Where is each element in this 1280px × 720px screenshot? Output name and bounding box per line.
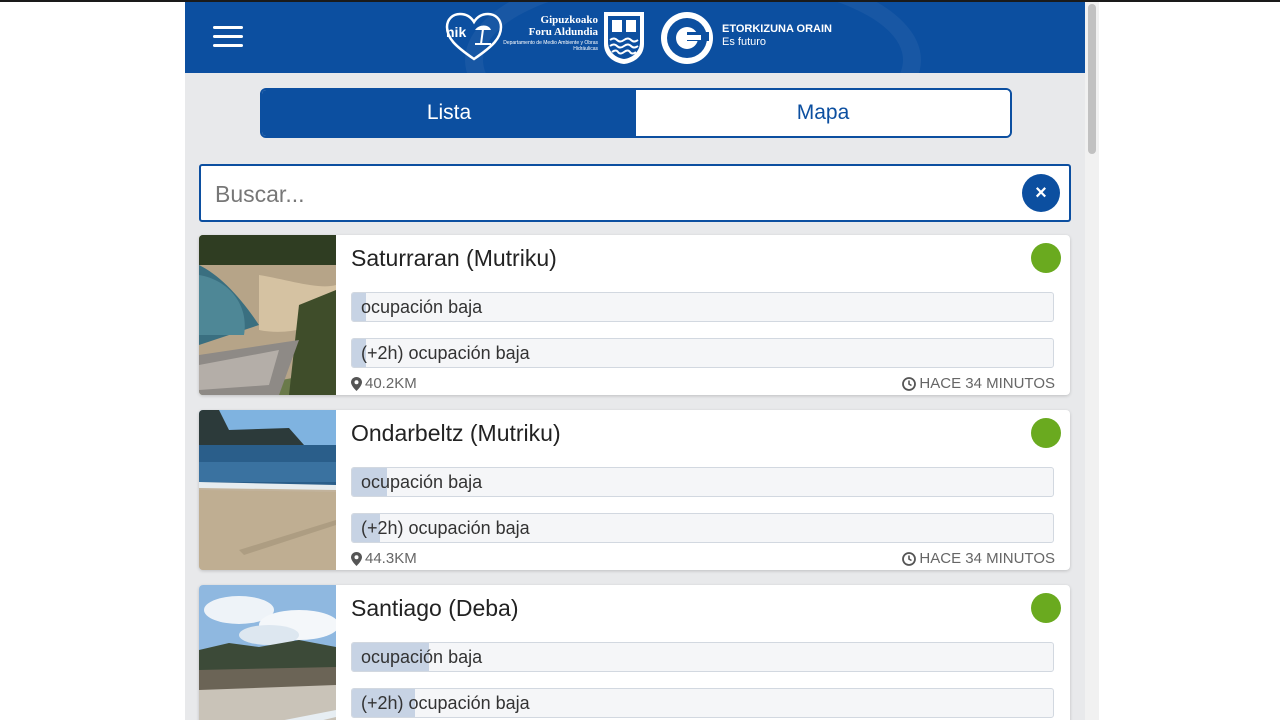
header-bar: nik Gipuzkoako Foru Aldundia Departament… [185,2,1085,73]
distance-value: 40.2KM [365,375,417,392]
beach-thumbnail [199,585,336,720]
beach-card[interactable]: Ondarbeltz (Mutriku) ocupación baja (+2h… [199,410,1070,570]
clock-icon [902,376,917,391]
occupancy-2h-bar: (+2h) ocupación baja [351,688,1054,718]
clear-search-button[interactable]: × [1022,174,1060,212]
location-pin-icon [351,551,362,566]
beach-card[interactable]: Santiago (Deba) ocupación baja (+2h) ocu… [199,585,1070,720]
distance: 44.3KM [351,550,417,567]
occupancy-now-bar: ocupación baja [351,292,1054,322]
scrollbar[interactable] [1085,2,1099,720]
occupancy-2h-bar: (+2h) ocupación baja [351,513,1054,543]
search-box: × [199,164,1071,222]
coat-of-arms-icon [604,12,644,64]
menu-icon[interactable] [213,26,243,48]
updated-value: HACE 34 MINUTOS [919,375,1055,392]
g-logo-icon [661,12,713,64]
nik-label: nik [446,24,467,40]
tab-mapa[interactable]: Mapa [636,90,1010,136]
status-indicator [1031,243,1061,273]
updated-value: HACE 34 MINUTOS [919,550,1055,567]
beach-name: Saturraran (Mutriku) [351,245,557,271]
beach-name: Ondarbeltz (Mutriku) [351,420,561,446]
occupancy-2h-bar: (+2h) ocupación baja [351,338,1054,368]
beach-thumbnail [199,235,336,395]
occupancy-2h-label: (+2h) ocupación baja [361,693,530,713]
scrollbar-thumb[interactable] [1088,4,1096,154]
occupancy-2h-label: (+2h) ocupación baja [361,343,530,363]
view-tabs: Lista Mapa [260,88,1012,138]
location-pin-icon [351,376,362,391]
occupancy-2h-label: (+2h) ocupación baja [361,518,530,538]
app-container: nik Gipuzkoako Foru Aldundia Departament… [185,2,1085,720]
status-indicator [1031,418,1061,448]
tab-lista[interactable]: Lista [262,90,636,136]
beach-name: Santiago (Deba) [351,595,519,621]
beach-card[interactable]: Saturraran (Mutriku) ocupación baja (+2h… [199,235,1070,395]
slogan: ETORKIZUNA ORAIN Es futuro [722,23,832,48]
clock-icon [902,551,917,566]
occupancy-now-bar: ocupación baja [351,467,1054,497]
occupancy-now-label: ocupación baja [361,647,483,667]
org-name: Gipuzkoako Foru Aldundia Departamento de… [503,14,598,52]
occupancy-now-label: ocupación baja [361,472,483,492]
search-input[interactable] [213,166,1007,222]
distance: 40.2KM [351,375,417,392]
beach-thumbnail [199,410,336,570]
status-indicator [1031,593,1061,623]
distance-value: 44.3KM [365,550,417,567]
last-updated: HACE 34 MINUTOS [902,375,1055,392]
occupancy-now-bar: ocupación baja [351,642,1054,672]
occupancy-now-label: ocupación baja [361,297,483,317]
last-updated: HACE 34 MINUTOS [902,550,1055,567]
